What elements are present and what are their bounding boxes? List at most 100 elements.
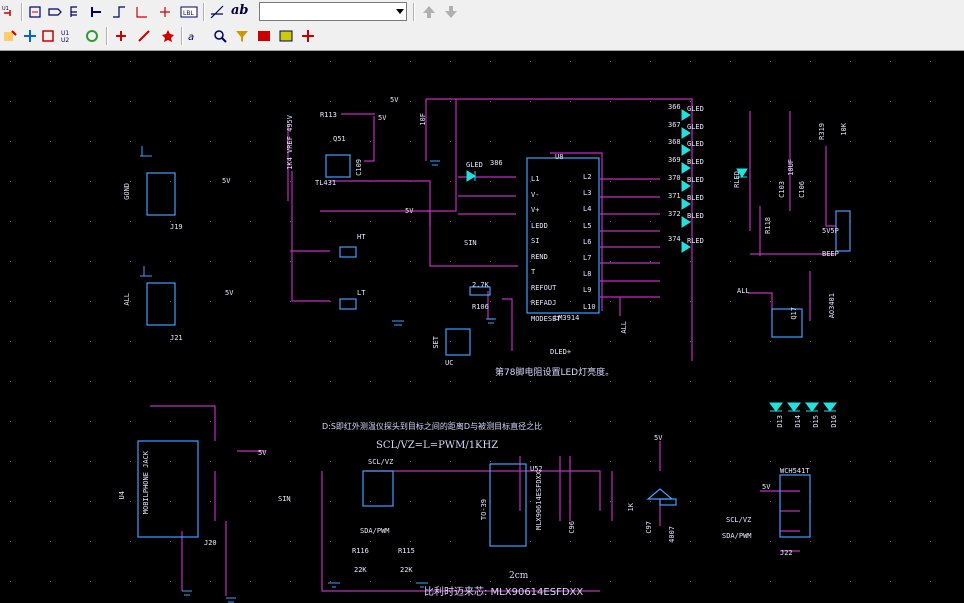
d15-label: D15 — [812, 415, 820, 428]
place-part-button[interactable]: U1 — [0, 2, 20, 22]
part-properties-button[interactable] — [38, 26, 58, 46]
mobilphone-label: MOBILPHONE JACK — [142, 451, 150, 515]
chip-pin-left: T — [531, 268, 536, 276]
r22k-label-b: 22K — [400, 566, 413, 574]
vref-label: 1K4 VREF 495V — [286, 115, 294, 170]
refresh-button[interactable] — [82, 26, 102, 46]
pin-star-button[interactable] — [158, 26, 178, 46]
led-ref-label: 366 — [668, 103, 681, 111]
r115-label: R115 — [398, 547, 415, 555]
place-bus-button[interactable] — [87, 2, 107, 22]
c97-label: C97 — [645, 521, 653, 534]
ht-pot — [339, 246, 357, 258]
led-type-label: RLED — [687, 237, 704, 245]
d16-label: D16 — [830, 415, 838, 428]
beep-label: BEEP — [822, 250, 839, 258]
r386-label: 386 — [490, 159, 503, 167]
all-label-right: ALL — [737, 287, 750, 295]
d13-label: D13 — [776, 415, 784, 428]
move-up-button[interactable] — [419, 2, 439, 22]
erc-button[interactable] — [298, 26, 318, 46]
r113-label: R113 — [320, 111, 337, 119]
place-block-button[interactable] — [25, 2, 45, 22]
mlx-label: MLX90614ESFDXX — [535, 471, 543, 531]
scl-label-top: SCL/VZ — [368, 458, 394, 466]
bom-button[interactable] — [276, 26, 296, 46]
place-text-button[interactable]: ab — [229, 2, 251, 22]
annotate-button[interactable] — [0, 26, 20, 46]
chip-pin-right: L2 — [583, 173, 592, 181]
place-net-label-button[interactable]: LBL — [178, 2, 200, 22]
chip-pin-left: REFADJ — [531, 299, 557, 307]
schematic-canvas[interactable]: 第78脚电阻设置LED灯亮度。 D:S即红外测温仪探头到目标之间的距离D与被测目… — [0, 51, 964, 603]
ao3401-label: AO3401 — [828, 293, 836, 319]
r10k-label: 10K — [840, 123, 848, 136]
led-ref-label: 374 — [668, 235, 681, 243]
report-button[interactable] — [254, 26, 274, 46]
v-label-mid: 5V — [405, 207, 414, 215]
j21-body — [146, 282, 176, 326]
led-ref-label: 367 — [668, 121, 681, 129]
r2te-label: 2.7K — [472, 281, 489, 289]
sin-label-bottom: SIN — [278, 495, 291, 503]
sensor-note: 比利时迈来芯: MLX90614ESFDXX — [424, 587, 584, 598]
uc-label: UC — [445, 359, 454, 367]
net-attribute-button[interactable]: a — [186, 26, 206, 46]
q51-label: Q51 — [333, 135, 346, 143]
part-combo-box[interactable] — [259, 2, 407, 21]
r106-label: R106 — [472, 303, 489, 311]
svg-text:a: a — [188, 32, 194, 43]
all-label-chip: ALL — [620, 321, 628, 334]
move-part-button[interactable] — [20, 26, 40, 46]
pin-angle-button[interactable] — [134, 26, 154, 46]
place-line-button[interactable] — [207, 2, 227, 22]
r116-label: R116 — [352, 547, 369, 555]
chevron-down-icon — [396, 9, 404, 14]
v-label-diode: 5V — [654, 434, 663, 442]
chip-u8-label: U8 — [555, 153, 564, 161]
move-down-button[interactable] — [441, 2, 461, 22]
filter-button[interactable] — [232, 26, 252, 46]
d14-label: D14 — [794, 415, 802, 428]
led-ref-label: 369 — [668, 156, 681, 164]
c96-label: C96 — [568, 521, 576, 534]
place-wire-button[interactable] — [109, 2, 129, 22]
chip-pin-left: REND — [531, 252, 548, 261]
toolbar-top: U1 LBL ab — [0, 0, 964, 25]
place-bus-entry-button[interactable] — [66, 2, 86, 22]
distance-unit: 2cm — [509, 571, 529, 581]
led-ref-label: 370 — [668, 174, 681, 182]
ground-symbols — [140, 146, 496, 603]
chip-pin-right: L7 — [583, 254, 592, 262]
chip-pin-right: L4 — [583, 205, 592, 214]
place-no-connect-button[interactable] — [155, 2, 175, 22]
chip-pin-left: V- — [531, 190, 540, 199]
distance-note: D:S即红外测温仪探头到目标之间的距离D与被测目标直径之比 — [322, 422, 543, 431]
j19-body — [146, 172, 176, 216]
set-label: SET — [432, 336, 440, 349]
gled-label: GLED — [466, 161, 483, 169]
led-type-label: GLED — [687, 105, 704, 113]
chip-pin-left: MODESET — [531, 314, 561, 323]
chip-pin-right: L10 — [583, 302, 596, 311]
v-label-tl431: 5V — [378, 114, 387, 122]
place-port-button[interactable] — [45, 2, 65, 22]
find-button[interactable] — [210, 26, 230, 46]
c109-label: C109 — [355, 159, 363, 176]
gond-label: GOND — [123, 183, 131, 200]
swap-units-button[interactable]: U1 U2 — [59, 26, 79, 46]
place-junction-button[interactable] — [132, 2, 152, 22]
sda-label-mid: SDA/PWM — [360, 527, 390, 535]
tl431-label: TL431 — [315, 179, 337, 187]
scl-label-right: SCL/VZ — [726, 516, 752, 524]
add-pin-button[interactable] — [111, 26, 131, 46]
rled-label: RLED — [733, 171, 741, 188]
ht-label: HT — [357, 233, 366, 241]
j21-label: J21 — [170, 334, 183, 342]
spk5v-label: 5V5P — [822, 227, 839, 235]
chip-pin-right: L9 — [583, 286, 592, 295]
j19-label: J19 — [170, 223, 183, 231]
k1e-label: 1K — [627, 503, 635, 512]
led-ref-label: 368 — [668, 138, 681, 146]
led-brightness-note: 第78脚电阻设置LED灯亮度。 — [495, 368, 615, 378]
